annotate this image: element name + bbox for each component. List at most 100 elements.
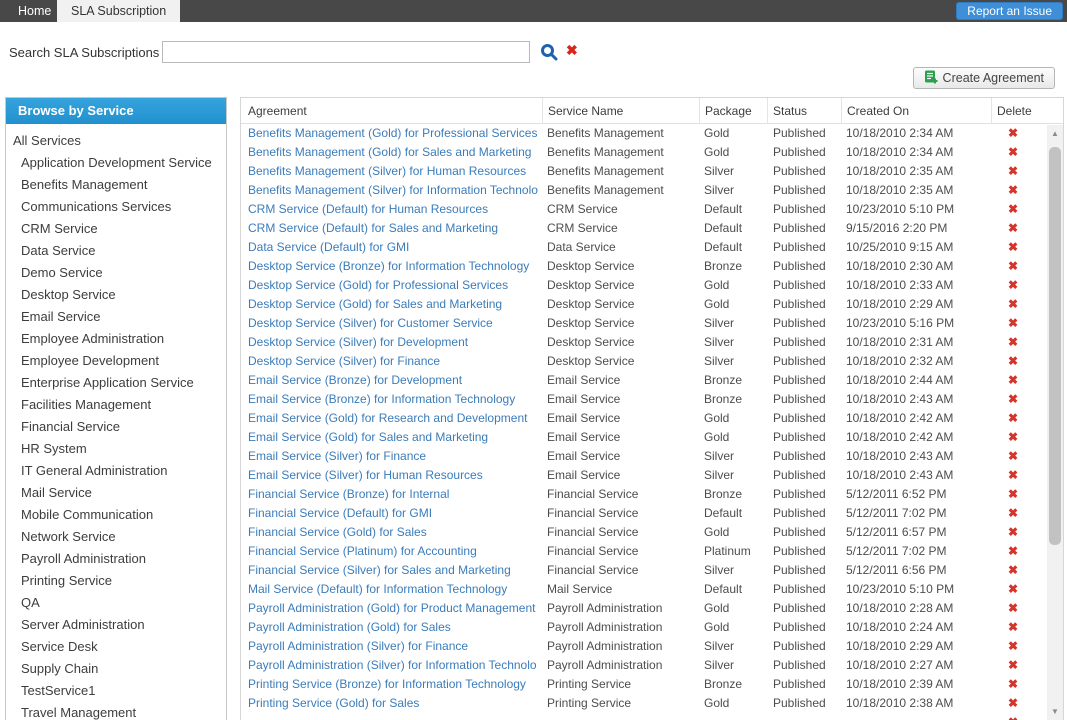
agreement-link[interactable]: Printing Service (Bronze) for Informatio…	[248, 675, 541, 694]
delete-icon[interactable]: ✖	[998, 599, 1028, 618]
column-header-package[interactable]: Package	[699, 98, 767, 124]
sidebar-item-mobile-communication[interactable]: Mobile Communication	[6, 504, 226, 526]
agreement-link[interactable]: Payroll Administration (Silver) for Fina…	[248, 637, 541, 656]
sidebar-item-email-service[interactable]: Email Service	[6, 306, 226, 328]
sidebar-item-travel-management[interactable]: Travel Management	[6, 702, 226, 720]
delete-icon[interactable]: ✖	[998, 618, 1028, 637]
sidebar-item-facilities-management[interactable]: Facilities Management	[6, 394, 226, 416]
search-icon[interactable]	[540, 43, 558, 61]
sidebar-item-it-general-administration[interactable]: IT General Administration	[6, 460, 226, 482]
delete-icon[interactable]: ✖	[998, 656, 1028, 675]
sidebar-item-application-development-service[interactable]: Application Development Service	[6, 152, 226, 174]
delete-icon[interactable]: ✖	[998, 257, 1028, 276]
sidebar-item-server-administration[interactable]: Server Administration	[6, 614, 226, 636]
agreement-link[interactable]: Email Service (Gold) for Research and De…	[248, 409, 541, 428]
agreement-link[interactable]: CRM Service (Default) for Human Resource…	[248, 200, 541, 219]
sidebar-item-service-desk[interactable]: Service Desk	[6, 636, 226, 658]
agreement-link[interactable]: Email Service (Silver) for Finance	[248, 447, 541, 466]
agreement-link[interactable]: Printing Service (Gold) for Sales	[248, 694, 541, 713]
agreement-link[interactable]: Email Service (Silver) for Human Resourc…	[248, 466, 541, 485]
sidebar-item-employee-development[interactable]: Employee Development	[6, 350, 226, 372]
agreement-link[interactable]: Financial Service (Default) for GMI	[248, 504, 541, 523]
agreement-link[interactable]: Financial Service (Platinum) for Account…	[248, 542, 541, 561]
agreement-link[interactable]: Mail Service (Default) for Information T…	[248, 580, 541, 599]
delete-icon[interactable]: ✖	[998, 333, 1028, 352]
create-agreement-button[interactable]: Create Agreement	[913, 67, 1055, 89]
sidebar-item-network-service[interactable]: Network Service	[6, 526, 226, 548]
delete-icon[interactable]: ✖	[998, 314, 1028, 333]
delete-icon[interactable]: ✖	[998, 219, 1028, 238]
agreement-link[interactable]: Desktop Service (Gold) for Sales and Mar…	[248, 295, 541, 314]
sidebar-item-data-service[interactable]: Data Service	[6, 240, 226, 262]
agreement-link[interactable]: Benefits Management (Gold) for Professio…	[248, 124, 541, 143]
column-header-status[interactable]: Status	[767, 98, 841, 124]
agreement-link[interactable]: Desktop Service (Silver) for Customer Se…	[248, 314, 541, 333]
delete-icon[interactable]: ✖	[998, 143, 1028, 162]
clear-search-icon[interactable]: ✖	[566, 42, 578, 59]
agreement-link[interactable]: Benefits Management (Silver) for Informa…	[248, 181, 541, 200]
delete-icon[interactable]: ✖	[998, 713, 1028, 720]
column-header-agreement[interactable]: Agreement	[241, 98, 542, 124]
column-header-created-on[interactable]: Created On	[841, 98, 991, 124]
sidebar-item-desktop-service[interactable]: Desktop Service	[6, 284, 226, 306]
sidebar-item-demo-service[interactable]: Demo Service	[6, 262, 226, 284]
delete-icon[interactable]: ✖	[998, 276, 1028, 295]
agreement-link[interactable]: Benefits Management (Silver) for Human R…	[248, 162, 541, 181]
delete-icon[interactable]: ✖	[998, 542, 1028, 561]
agreement-link[interactable]: CRM Service (Default) for Sales and Mark…	[248, 219, 541, 238]
delete-icon[interactable]: ✖	[998, 352, 1028, 371]
sidebar-item-supply-chain[interactable]: Supply Chain	[6, 658, 226, 680]
agreement-link[interactable]: Desktop Service (Silver) for Finance	[248, 352, 541, 371]
scroll-up-icon[interactable]: ▲	[1047, 127, 1063, 141]
delete-icon[interactable]: ✖	[998, 485, 1028, 504]
delete-icon[interactable]: ✖	[998, 675, 1028, 694]
sidebar-item-employee-administration[interactable]: Employee Administration	[6, 328, 226, 350]
agreement-link[interactable]: Payroll Administration (Silver) for Info…	[248, 656, 541, 675]
delete-icon[interactable]: ✖	[998, 238, 1028, 257]
sidebar-item-printing-service[interactable]: Printing Service	[6, 570, 226, 592]
sidebar-item-crm-service[interactable]: CRM Service	[6, 218, 226, 240]
delete-icon[interactable]: ✖	[998, 181, 1028, 200]
sidebar-item-financial-service[interactable]: Financial Service	[6, 416, 226, 438]
scrollbar-thumb[interactable]	[1049, 147, 1061, 545]
delete-icon[interactable]: ✖	[998, 200, 1028, 219]
sidebar-item-testservice1[interactable]: TestService1	[6, 680, 226, 702]
agreement-link[interactable]: Payroll Administration (Gold) for Produc…	[248, 599, 541, 618]
agreement-link[interactable]: Benefits Management (Gold) for Sales and…	[248, 143, 541, 162]
delete-icon[interactable]: ✖	[998, 561, 1028, 580]
sidebar-item-all-services[interactable]: All Services	[6, 130, 226, 152]
sidebar-item-enterprise-application-service[interactable]: Enterprise Application Service	[6, 372, 226, 394]
agreement-link[interactable]: Desktop Service (Gold) for Professional …	[248, 276, 541, 295]
delete-icon[interactable]: ✖	[998, 447, 1028, 466]
sidebar-item-payroll-administration[interactable]: Payroll Administration	[6, 548, 226, 570]
delete-icon[interactable]: ✖	[998, 504, 1028, 523]
agreement-link[interactable]: Email Service (Bronze) for Development	[248, 371, 541, 390]
scroll-down-icon[interactable]: ▼	[1047, 705, 1063, 719]
agreement-link[interactable]: Email Service (Gold) for Sales and Marke…	[248, 428, 541, 447]
delete-icon[interactable]: ✖	[998, 694, 1028, 713]
delete-icon[interactable]: ✖	[998, 409, 1028, 428]
sidebar-item-benefits-management[interactable]: Benefits Management	[6, 174, 226, 196]
delete-icon[interactable]: ✖	[998, 523, 1028, 542]
agreement-link[interactable]: Email Service (Bronze) for Information T…	[248, 390, 541, 409]
delete-icon[interactable]: ✖	[998, 637, 1028, 656]
vertical-scrollbar[interactable]: ▲ ▼	[1047, 125, 1063, 720]
sidebar-item-qa[interactable]: QA	[6, 592, 226, 614]
agreement-link[interactable]: Data Service (Default) for GMI	[248, 238, 541, 257]
agreement-link[interactable]: Financial Service (Gold) for Sales	[248, 523, 541, 542]
sidebar-item-hr-system[interactable]: HR System	[6, 438, 226, 460]
agreement-link[interactable]: Financial Service (Silver) for Sales and…	[248, 561, 541, 580]
column-header-service-name[interactable]: Service Name	[542, 98, 699, 124]
delete-icon[interactable]: ✖	[998, 428, 1028, 447]
sidebar-item-mail-service[interactable]: Mail Service	[6, 482, 226, 504]
search-input[interactable]	[162, 41, 530, 63]
agreement-link[interactable]: Desktop Service (Silver) for Development	[248, 333, 541, 352]
agreement-link[interactable]: Desktop Service (Bronze) for Information…	[248, 257, 541, 276]
sidebar-item-communications-services[interactable]: Communications Services	[6, 196, 226, 218]
tab-sla-subscription[interactable]: SLA Subscription	[57, 0, 180, 22]
agreement-link[interactable]: Financial Service (Bronze) for Internal	[248, 485, 541, 504]
delete-icon[interactable]: ✖	[998, 295, 1028, 314]
delete-icon[interactable]: ✖	[998, 390, 1028, 409]
agreement-link[interactable]: Payroll Administration (Gold) for Sales	[248, 618, 541, 637]
delete-icon[interactable]: ✖	[998, 580, 1028, 599]
